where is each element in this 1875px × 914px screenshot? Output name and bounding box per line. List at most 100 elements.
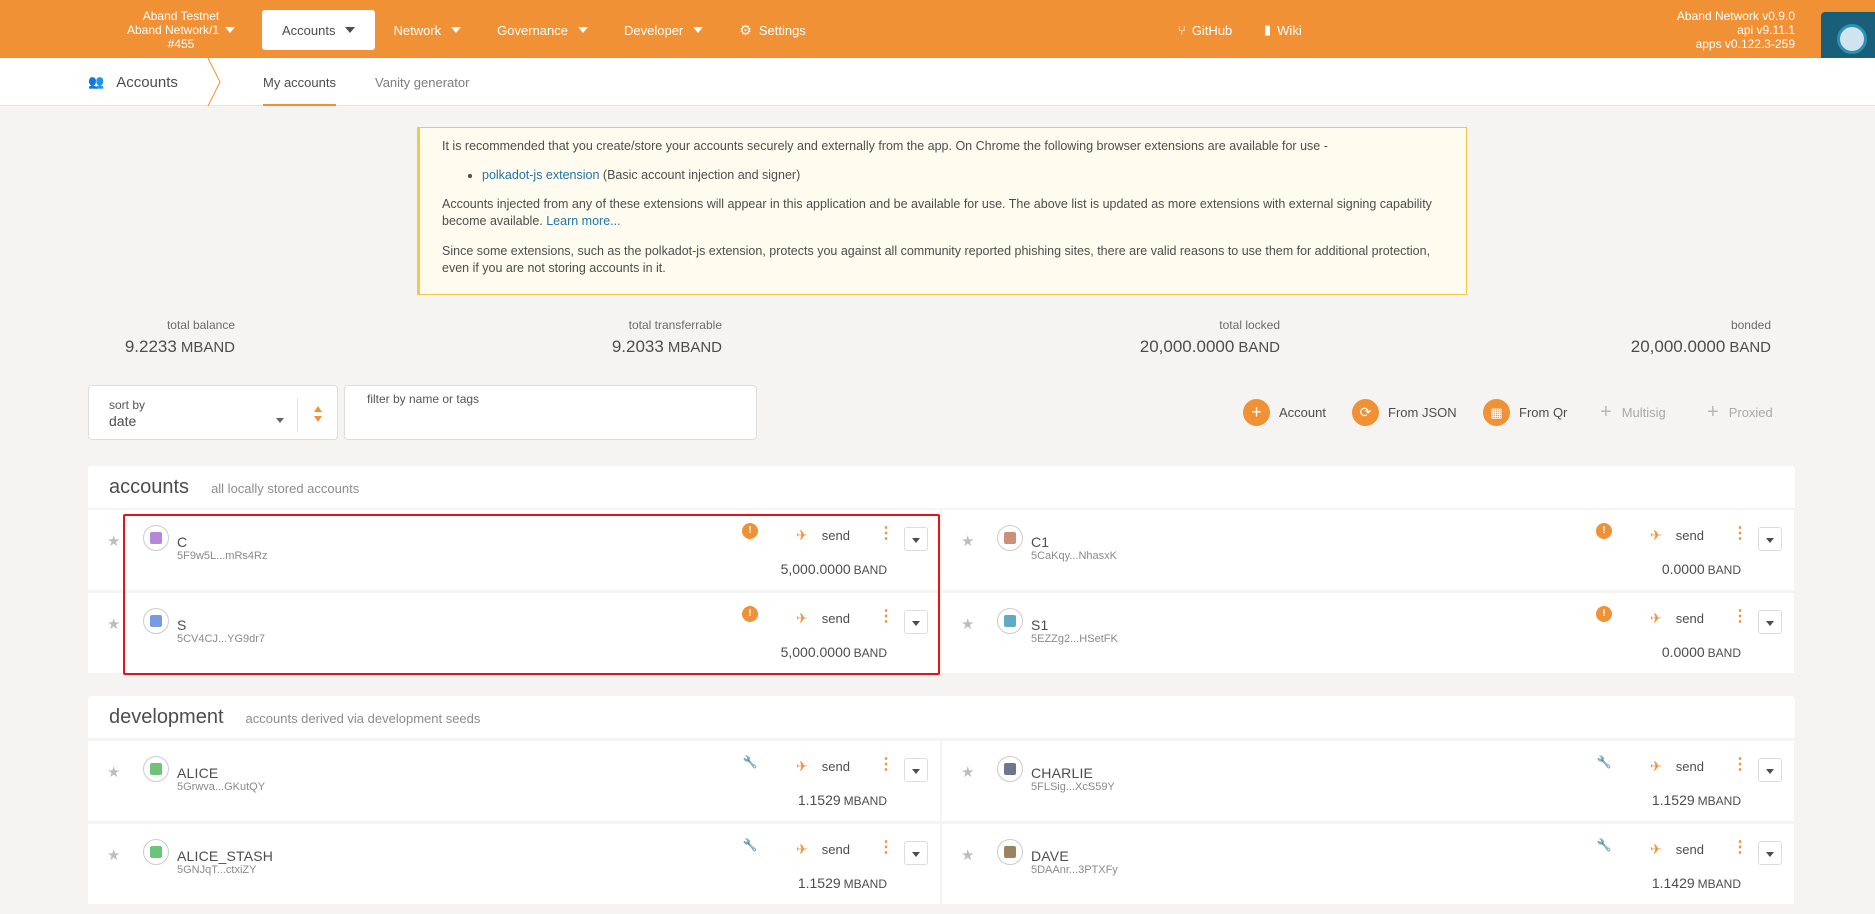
account-address[interactable]: 5CV4CJ...YG9dr7 xyxy=(177,633,265,645)
identicon[interactable] xyxy=(997,839,1023,865)
account-address[interactable]: 5F9w5L...mRs4Rz xyxy=(177,550,267,562)
chevron-down-icon xyxy=(578,27,588,33)
star-icon[interactable]: ★ xyxy=(961,846,974,864)
identicon[interactable] xyxy=(143,608,169,634)
account-name[interactable]: C xyxy=(177,534,187,550)
account-name[interactable]: S1 xyxy=(1031,617,1049,633)
filter-input[interactable] xyxy=(365,410,735,432)
star-icon[interactable]: ★ xyxy=(107,846,120,864)
more-menu-icon[interactable]: ⋮ xyxy=(1732,609,1748,625)
account-name[interactable]: S xyxy=(177,617,187,633)
account-address[interactable]: 5CaKqy...NhasxK xyxy=(1031,550,1117,562)
polkadot-extension-link[interactable]: polkadot-js extension xyxy=(482,168,599,182)
paper-plane-icon: ✈ xyxy=(796,757,808,774)
send-button[interactable]: ✈ send xyxy=(1650,610,1704,626)
warning-icon: ! xyxy=(1596,606,1612,622)
add-qr-button[interactable]: ▦ From Qr xyxy=(1483,398,1567,426)
account-address[interactable]: 5DAAnr...3PTXFy xyxy=(1031,864,1118,876)
account-balance: 1.1529 MBAND xyxy=(1651,792,1741,808)
filter-field[interactable]: filter by name or tags xyxy=(344,385,757,440)
tab-vanity-generator[interactable]: Vanity generator xyxy=(362,58,482,106)
nav-developer[interactable]: Developer xyxy=(606,10,721,50)
account-balance: 0.0000 BAND xyxy=(1661,644,1741,660)
star-icon[interactable]: ★ xyxy=(961,763,974,781)
send-button[interactable]: ✈ send xyxy=(1650,527,1704,543)
send-button[interactable]: ✈ send xyxy=(1650,758,1704,774)
expand-toggle-button[interactable] xyxy=(904,758,928,782)
more-menu-icon[interactable]: ⋮ xyxy=(1732,757,1748,773)
more-menu-icon[interactable]: ⋮ xyxy=(878,840,894,856)
book-icon: ▮ xyxy=(1264,22,1272,37)
identicon[interactable] xyxy=(997,756,1023,782)
expand-toggle-button[interactable] xyxy=(904,527,928,551)
account-address[interactable]: 5FLSig...XcS59Y xyxy=(1031,781,1115,793)
sort-dropdown[interactable]: sort by date xyxy=(88,385,338,440)
wrench-icon: 🔧 xyxy=(1596,755,1612,769)
identicon[interactable] xyxy=(143,525,169,551)
more-menu-icon[interactable]: ⋮ xyxy=(878,757,894,773)
account-name[interactable]: DAVE xyxy=(1031,848,1069,864)
nav-settings[interactable]: ⚙ Settings xyxy=(721,10,824,50)
account-card: ★ S 5CV4CJ...YG9dr7! ✈ send ⋮ 5,000.0000 BAND xyxy=(88,593,940,673)
send-button[interactable]: ✈ send xyxy=(796,527,850,543)
account-balance: 1.1529 MBAND xyxy=(797,875,887,891)
expand-toggle-button[interactable] xyxy=(1758,758,1782,782)
more-menu-icon[interactable]: ⋮ xyxy=(1732,526,1748,542)
page-title: 👥 Accounts xyxy=(88,73,178,91)
learn-more-link[interactable]: Learn more... xyxy=(546,214,620,228)
expand-toggle-button[interactable] xyxy=(1758,527,1782,551)
star-icon[interactable]: ★ xyxy=(961,615,974,633)
star-icon[interactable]: ★ xyxy=(107,615,120,633)
nav-network[interactable]: Network xyxy=(375,10,479,50)
tab-my-accounts[interactable]: My accounts xyxy=(250,58,349,106)
account-name[interactable]: ALICE xyxy=(177,765,218,781)
account-card: ★ C1 5CaKqy...NhasxK! ✈ send ⋮ 0.0000 BAND xyxy=(942,510,1794,590)
expand-toggle-button[interactable] xyxy=(904,610,928,634)
account-name[interactable]: ALICE_STASH xyxy=(177,848,273,864)
add-account-button[interactable]: + Account xyxy=(1243,398,1326,426)
send-button[interactable]: ✈ send xyxy=(796,841,850,857)
qrcode-icon: ▦ xyxy=(1483,398,1510,426)
identicon[interactable] xyxy=(997,608,1023,634)
plus-icon: + xyxy=(1707,400,1719,423)
account-balance: 0.0000 BAND xyxy=(1661,561,1741,577)
sort-direction-icon[interactable] xyxy=(313,404,323,424)
account-card: ★ ALICE_STASH 5GNJqT...ctxiZY 🔧 ✈ send ⋮ 1.1529… xyxy=(88,824,940,904)
nav-accounts[interactable]: Accounts xyxy=(262,10,376,50)
restore-json-button[interactable]: ⟳ From JSON xyxy=(1352,398,1457,426)
send-button[interactable]: ✈ send xyxy=(1650,841,1704,857)
expand-toggle-button[interactable] xyxy=(904,841,928,865)
account-balance: 5,000.0000 BAND xyxy=(780,644,887,660)
expand-toggle-button[interactable] xyxy=(1758,841,1782,865)
expand-toggle-button[interactable] xyxy=(1758,610,1782,634)
chain-selector[interactable]: Aband Testnet Aband Network/1 #455 xyxy=(120,9,242,51)
account-address[interactable]: 5GNJqT...ctxiZY xyxy=(177,864,256,876)
identicon[interactable] xyxy=(143,756,169,782)
warning-icon: ! xyxy=(742,606,758,622)
send-button[interactable]: ✈ send xyxy=(796,758,850,774)
proxied-button[interactable]: + Proxied xyxy=(1707,398,1773,426)
account-name[interactable]: CHARLIE xyxy=(1031,765,1093,781)
account-address[interactable]: 5EZZg2...HSetFK xyxy=(1031,633,1118,645)
paper-plane-icon: ✈ xyxy=(1650,757,1662,774)
more-menu-icon[interactable]: ⋮ xyxy=(878,526,894,542)
account-balance: 5,000.0000 BAND xyxy=(780,561,887,577)
account-name[interactable]: C1 xyxy=(1031,534,1049,550)
nav-governance[interactable]: Governance xyxy=(479,10,606,50)
star-icon[interactable]: ★ xyxy=(961,532,974,550)
account-address[interactable]: 5Grwva...GKutQY xyxy=(177,781,265,793)
more-menu-icon[interactable]: ⋮ xyxy=(878,609,894,625)
star-icon[interactable]: ★ xyxy=(107,763,120,781)
account-card: ★ C 5F9w5L...mRs4Rz! ✈ send ⋮ 5,000.0000 BAND xyxy=(88,510,940,590)
total-transferrable: total transferrable 9.2033 MBAND xyxy=(611,318,722,356)
send-button[interactable]: ✈ send xyxy=(796,610,850,626)
wiki-link[interactable]: ▮ Wiki xyxy=(1264,10,1302,50)
accounts-section-header: accounts all locally stored accounts xyxy=(88,466,1795,508)
more-menu-icon[interactable]: ⋮ xyxy=(1732,840,1748,856)
multisig-button[interactable]: + Multisig xyxy=(1600,398,1666,426)
account-card: ★ S1 5EZZg2...HSetFK! ✈ send ⋮ 0.0000 BAND xyxy=(942,593,1794,673)
identicon[interactable] xyxy=(997,525,1023,551)
star-icon[interactable]: ★ xyxy=(107,532,120,550)
identicon[interactable] xyxy=(143,839,169,865)
github-link[interactable]: ⑂ GitHub xyxy=(1178,10,1232,50)
